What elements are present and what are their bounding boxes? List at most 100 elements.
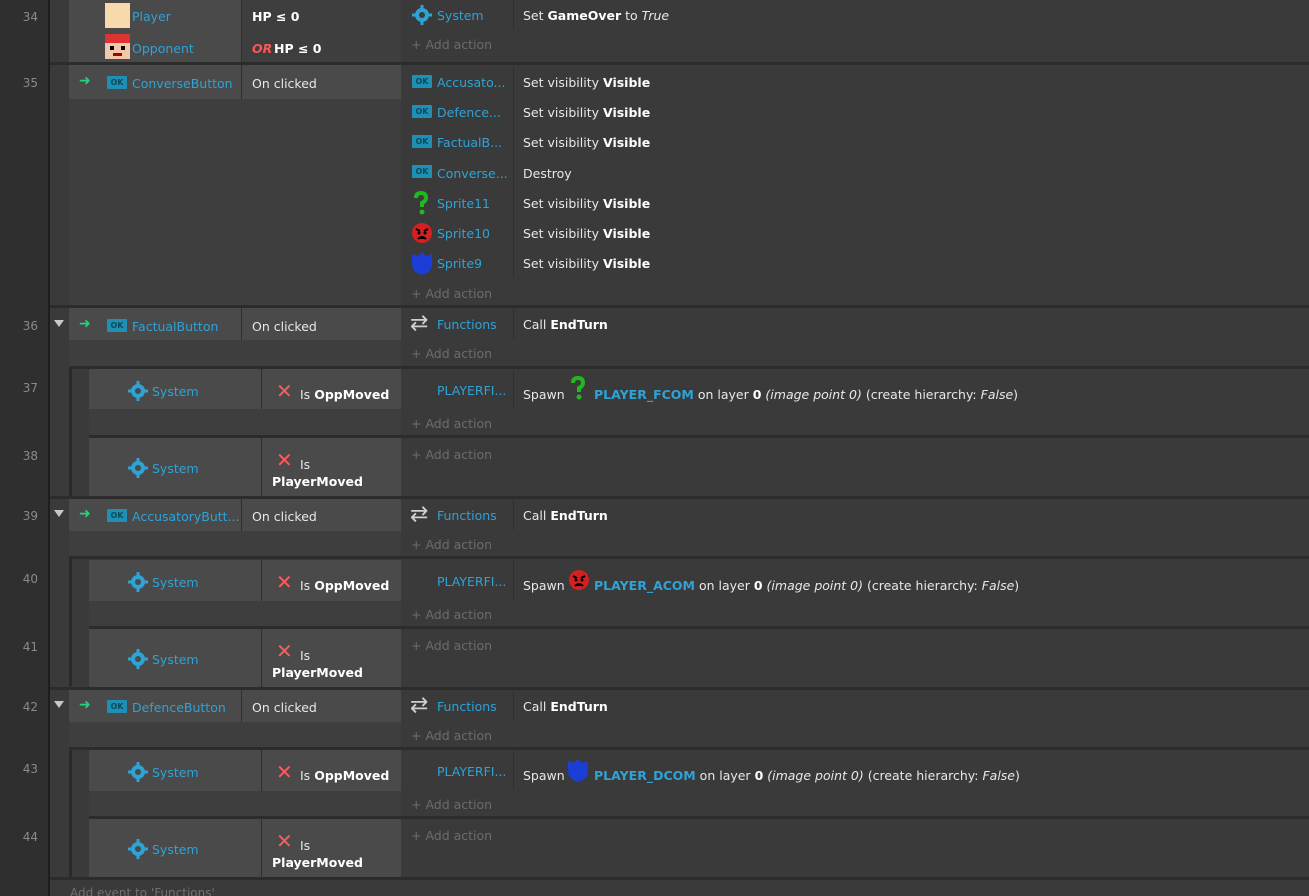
action-object[interactable]: Functions [437, 508, 497, 523]
condition-word[interactable]: Is [300, 648, 310, 663]
action-text[interactable]: Destroy [523, 166, 572, 181]
condition-text[interactable]: On clicked [252, 319, 317, 334]
image-point: (image point 0) [766, 578, 864, 593]
spawn-action[interactable]: Spawn [523, 387, 565, 402]
trigger-arrow-icon: ➜ [79, 506, 91, 522]
add-action-link[interactable]: + Add action [411, 346, 492, 361]
spawn-action[interactable]: Spawn [523, 578, 565, 593]
button-object-icon: OK [412, 75, 432, 88]
question-mark-icon [571, 376, 586, 400]
action-text[interactable]: Set visibility Visible [523, 256, 650, 271]
invert-x-icon: ✕ [276, 379, 293, 403]
condition-text[interactable]: HP ≤ 0 [274, 41, 322, 56]
condition-object[interactable]: FactualButton [132, 319, 218, 334]
condition-object[interactable]: ConverseButton [132, 76, 233, 91]
action-verb: Call [523, 508, 547, 523]
condition-object[interactable]: System [152, 575, 199, 590]
condition-text[interactable]: On clicked [252, 76, 317, 91]
add-action-link[interactable]: + Add action [411, 537, 492, 552]
spawn-details[interactable]: PLAYER_FCOM on layer 0 (image point 0) (… [594, 387, 1018, 402]
add-action-label: Add action [425, 37, 493, 52]
action-object[interactable]: PLAYERFI... [437, 574, 506, 589]
opponent-sprite-icon [105, 34, 130, 59]
condition-text[interactable]: On clicked [252, 509, 317, 524]
action-text[interactable]: Set GameOver to True [523, 8, 669, 23]
collapse-toggle-39[interactable] [54, 510, 64, 517]
condition-object[interactable]: AccusatoryButt... [132, 509, 239, 524]
action-text[interactable]: Call EndTurn [523, 699, 608, 714]
condition-object[interactable]: System [152, 384, 199, 399]
action-object[interactable]: PLAYERFI... [437, 383, 506, 398]
add-action-link[interactable]: + Add action [411, 416, 492, 431]
hierarchy-label: (create hierarchy: [867, 578, 978, 593]
angry-face-icon [412, 223, 432, 243]
separator [513, 0, 514, 30]
row-divider [50, 877, 1309, 880]
line-number-44: 44 [22, 830, 38, 844]
condition-object[interactable]: Player [132, 9, 171, 24]
action-object[interactable]: Functions [437, 317, 497, 332]
separator [241, 65, 242, 99]
condition-object[interactable]: System [152, 765, 199, 780]
spawn-action[interactable]: Spawn [523, 768, 565, 783]
condition-word: Is [300, 768, 311, 783]
action-object[interactable]: FactualB... [437, 135, 502, 150]
action-object[interactable]: Sprite9 [437, 256, 482, 271]
action-text[interactable]: Set visibility Visible [523, 75, 650, 90]
action-object[interactable]: System [437, 8, 484, 23]
condition-object[interactable]: Opponent [132, 41, 194, 56]
action-text[interactable]: Set visibility Visible [523, 135, 650, 150]
add-event-link[interactable]: Add event to 'Functions' [70, 886, 215, 896]
line-number-43: 43 [22, 762, 38, 776]
condition-text[interactable]: HP ≤ 0 [252, 9, 300, 24]
variable-name[interactable]: PlayerMoved [272, 665, 363, 680]
action-text[interactable]: Call EndTurn [523, 317, 608, 332]
collapse-toggle-36[interactable] [54, 320, 64, 327]
add-action-link[interactable]: + Add action [411, 286, 492, 301]
variable-name[interactable]: PlayerMoved [272, 855, 363, 870]
add-action-link[interactable]: + Add action [411, 447, 492, 462]
condition-text[interactable]: Is OppMoved [300, 578, 389, 593]
variable-name: OppMoved [314, 768, 390, 783]
condition-word[interactable]: Is [300, 457, 310, 472]
add-action-link[interactable]: + Add action [411, 728, 492, 743]
condition-block[interactable] [69, 65, 401, 305]
condition-text[interactable]: Is OppMoved [300, 768, 389, 783]
action-object[interactable]: Sprite11 [437, 196, 490, 211]
condition-object[interactable]: System [152, 842, 199, 857]
variable-name: OppMoved [314, 387, 390, 402]
action-text[interactable]: Call EndTurn [523, 508, 608, 523]
condition-text[interactable]: Is OppMoved [300, 387, 389, 402]
action-object[interactable]: Converse... [437, 166, 508, 181]
condition-word[interactable]: Is [300, 838, 310, 853]
add-action-label: Add action [425, 638, 493, 653]
add-action-link[interactable]: + Add action [411, 797, 492, 812]
add-action-link[interactable]: + Add action [411, 828, 492, 843]
separator [513, 66, 514, 278]
trigger-arrow-icon: ➜ [79, 316, 91, 332]
spawn-details[interactable]: PLAYER_DCOM on layer 0 (image point 0) (… [594, 768, 1020, 783]
condition-object[interactable]: System [152, 652, 199, 667]
action-text[interactable]: Set visibility Visible [523, 105, 650, 120]
action-object[interactable]: Sprite10 [437, 226, 490, 241]
action-object[interactable]: Defence... [437, 105, 501, 120]
spawn-details[interactable]: PLAYER_ACOM on layer 0 (image point 0) (… [594, 578, 1019, 593]
action-object[interactable]: Functions [437, 699, 497, 714]
add-action-link[interactable]: + Add action [411, 638, 492, 653]
add-action-link[interactable]: + Add action [411, 607, 492, 622]
condition-text[interactable]: On clicked [252, 700, 317, 715]
add-action-link[interactable]: + Add action [411, 37, 492, 52]
button-object-icon: OK [107, 509, 127, 522]
action-object[interactable]: Accusato... [437, 75, 505, 90]
variable-name: GameOver [547, 8, 622, 23]
condition-object[interactable]: DefenceButton [132, 700, 226, 715]
condition-object[interactable]: System [152, 461, 199, 476]
action-text[interactable]: Set visibility Visible [523, 196, 650, 211]
action-object[interactable]: PLAYERFI... [437, 764, 506, 779]
layer-value: 0 [752, 387, 762, 402]
spawn-object: PLAYER_FCOM [594, 387, 694, 402]
collapse-toggle-42[interactable] [54, 701, 64, 708]
shield-icon [568, 759, 588, 782]
action-text[interactable]: Set visibility Visible [523, 226, 650, 241]
variable-name[interactable]: PlayerMoved [272, 474, 363, 489]
